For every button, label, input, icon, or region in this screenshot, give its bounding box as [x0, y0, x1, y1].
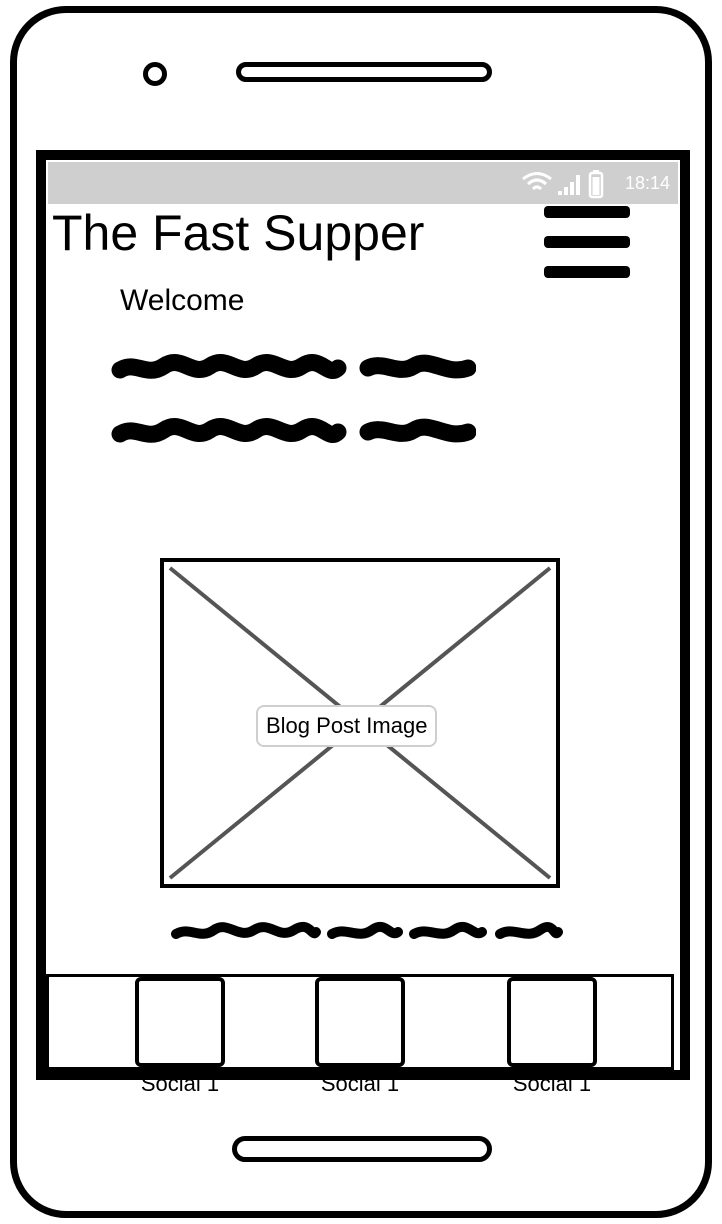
status-bar: 18:14 — [48, 162, 678, 204]
camera-icon — [143, 62, 167, 86]
scribble-word — [111, 418, 347, 443]
scribble-word — [327, 921, 403, 939]
menu-line — [544, 236, 630, 248]
social-label-2: Social 1 — [320, 1071, 400, 1096]
hamburger-menu-icon[interactable] — [544, 206, 630, 278]
image-label: Blog Post Image — [256, 705, 438, 747]
scribble-word — [359, 418, 476, 443]
scribble-word — [409, 921, 487, 939]
signal-icon — [558, 175, 580, 195]
social-button-3[interactable] — [507, 977, 597, 1067]
battery-icon — [588, 170, 604, 199]
menu-line — [544, 266, 630, 278]
placeholder-caption — [171, 921, 563, 939]
blog-post-image: Blog Post Image — [160, 558, 560, 888]
status-time: 18:14 — [624, 173, 670, 193]
home-button[interactable] — [232, 1136, 492, 1162]
phone-screen: 18:14 The Fast Supper Welcome Blog Post … — [36, 150, 690, 1096]
footer-bar: Social 1 Social 1 Social 1 — [46, 974, 674, 1096]
app-title: The Fast Supper — [52, 205, 425, 261]
welcome-heading: Welcome — [120, 284, 245, 317]
placeholder-text-lines — [111, 354, 476, 443]
scribble-word — [171, 921, 321, 939]
social-label-1: Social 1 — [140, 1071, 220, 1096]
status-icons — [520, 169, 610, 203]
speaker-slot — [236, 62, 492, 82]
menu-line — [544, 206, 630, 218]
social-button-1[interactable] — [135, 977, 225, 1067]
wifi-icon — [522, 172, 552, 191]
scribble-word — [111, 354, 347, 379]
scribble-word — [359, 354, 476, 379]
scribble-word — [495, 921, 563, 939]
social-label-3: Social 1 — [512, 1071, 592, 1096]
social-button-2[interactable] — [315, 977, 405, 1067]
